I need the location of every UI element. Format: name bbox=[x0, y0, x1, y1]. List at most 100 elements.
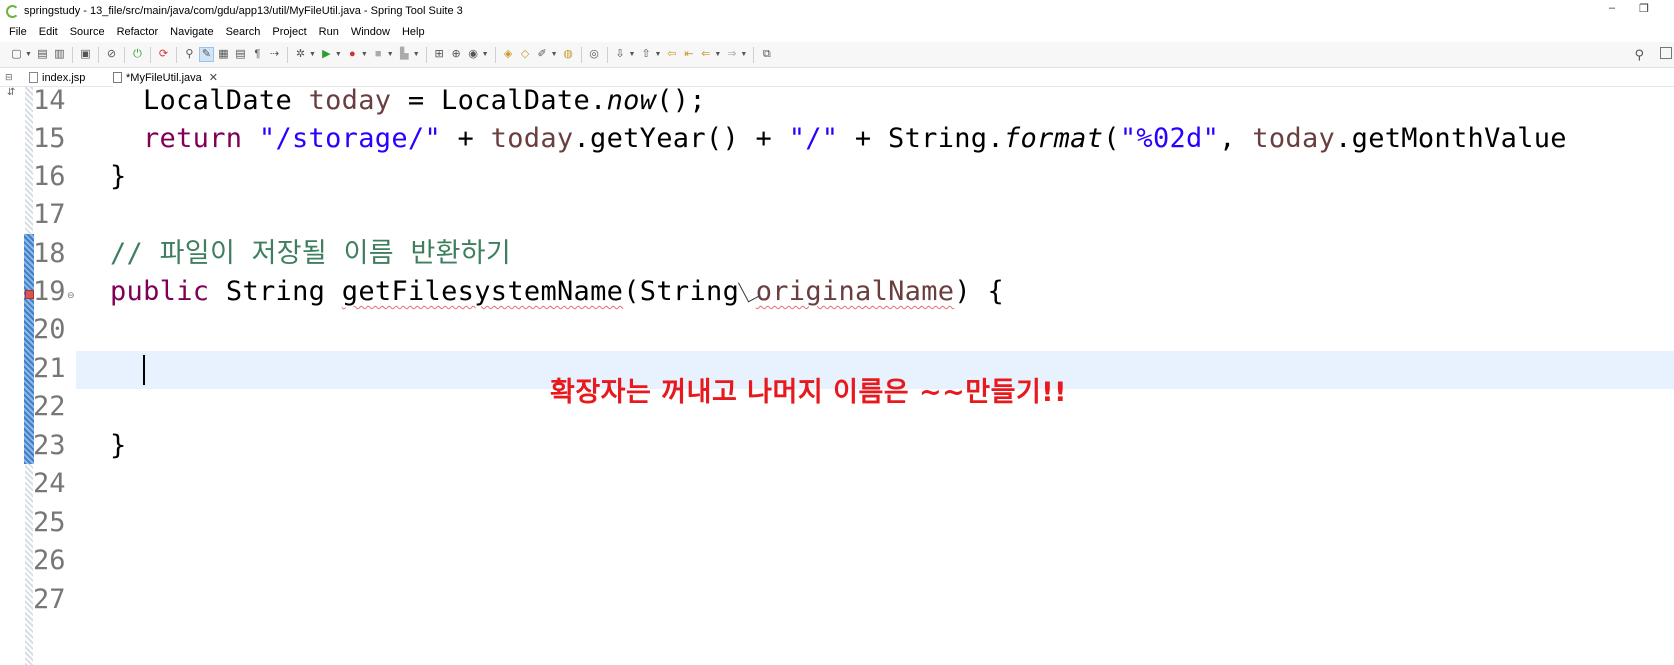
method-name-error[interactable]: getFilesystemName bbox=[342, 276, 623, 307]
menu-window[interactable]: Window bbox=[345, 26, 396, 38]
code-line-14: LocalDate today = LocalDate.now(); bbox=[143, 87, 706, 120]
line-number: 18 bbox=[33, 238, 66, 269]
toolbar-separator bbox=[753, 46, 755, 63]
forward-arrow-icon[interactable]: ⇒ bbox=[725, 48, 738, 61]
skip-breakpoints-icon[interactable]: ⊘ bbox=[105, 48, 118, 61]
toolbar-separator bbox=[494, 46, 496, 63]
spring-boot-icon[interactable]: ⏻ bbox=[131, 48, 144, 61]
new-java-package-icon[interactable]: ⊞ bbox=[433, 48, 446, 61]
new-dropdown-icon[interactable]: ▼ bbox=[25, 51, 32, 58]
new-java-class-icon[interactable]: ⊕ bbox=[450, 48, 463, 61]
back-dropdown-icon[interactable]: ▼ bbox=[714, 51, 721, 58]
server-dropdown-icon[interactable]: ▼ bbox=[413, 51, 420, 58]
line-number: 27 bbox=[33, 584, 66, 615]
toolbar-separator bbox=[175, 46, 177, 63]
java-file-icon bbox=[113, 72, 122, 83]
code-token: public bbox=[110, 276, 226, 307]
refresh-icon[interactable]: ⟳ bbox=[157, 48, 170, 61]
run-dropdown-icon[interactable]: ▼ bbox=[335, 51, 342, 58]
back-arrow-icon[interactable]: ⇐ bbox=[699, 48, 712, 61]
tab-myfileutil-java[interactable]: *MyFileUtil.java ✕ bbox=[113, 68, 219, 87]
back-icon[interactable]: ⇤ bbox=[682, 48, 695, 61]
menu-bar: File Edit Source Refactor Navigate Searc… bbox=[0, 22, 1674, 42]
editor-tab-bar: ⊟ index.jsp *MyFileUtil.java ✕ bbox=[0, 68, 1674, 87]
menu-file[interactable]: File bbox=[0, 26, 33, 38]
tab-index-jsp[interactable]: index.jsp bbox=[29, 68, 85, 87]
open-resource-icon[interactable]: ◍ bbox=[562, 48, 575, 61]
search-icon[interactable]: ⚲ bbox=[1634, 47, 1644, 63]
perspective-icon[interactable] bbox=[1660, 47, 1672, 59]
stop-icon[interactable]: ■ bbox=[372, 48, 385, 61]
debug-dropdown-icon[interactable]: ▼ bbox=[309, 51, 316, 58]
new-spring-dropdown-icon[interactable]: ▼ bbox=[482, 51, 489, 58]
left-trim-strip: ⇵ bbox=[0, 87, 22, 665]
close-icon[interactable]: ✕ bbox=[209, 71, 218, 84]
search-tool-icon[interactable]: ✐ bbox=[536, 48, 549, 61]
code-token: "%02d" bbox=[1119, 123, 1220, 154]
pin-icon[interactable]: ⚲ bbox=[183, 48, 196, 61]
code-line-16: } bbox=[110, 161, 127, 192]
menu-run[interactable]: Run bbox=[313, 26, 345, 38]
new-spring-icon[interactable]: ◉ bbox=[467, 48, 480, 61]
console-icon[interactable]: ▣ bbox=[79, 48, 92, 61]
forward-dropdown-icon[interactable]: ▼ bbox=[740, 51, 747, 58]
external-tools-icon[interactable]: ● bbox=[346, 48, 359, 61]
restore-panel-icon[interactable]: ⇵ bbox=[7, 87, 15, 98]
menu-search[interactable]: Search bbox=[220, 26, 267, 38]
word-wrap-icon[interactable]: ▤ bbox=[234, 48, 247, 61]
code-token: .getMonthValue bbox=[1335, 123, 1567, 154]
code-token: (String bbox=[623, 276, 756, 307]
stop-dropdown-icon[interactable]: ▼ bbox=[387, 51, 394, 58]
next-annotation-icon[interactable]: ⇢ bbox=[268, 48, 281, 61]
code-token: ( bbox=[1103, 123, 1120, 154]
menu-project[interactable]: Project bbox=[266, 26, 312, 38]
parameter-name: originalName bbox=[755, 276, 955, 307]
code-token: .getYear() + bbox=[573, 123, 789, 154]
tab-label: index.jsp bbox=[42, 71, 86, 84]
block-selection-icon[interactable]: ▦ bbox=[217, 48, 230, 61]
run-icon[interactable]: ▶ bbox=[320, 48, 333, 61]
minimize-panel-icon[interactable]: ⊟ bbox=[5, 72, 13, 83]
new-icon[interactable]: ▢ bbox=[10, 48, 23, 61]
line-number: 17 bbox=[33, 199, 66, 230]
code-token: now bbox=[606, 87, 657, 116]
globe-icon[interactable]: ◎ bbox=[588, 48, 601, 61]
last-edit-location-icon[interactable]: ⇦ bbox=[665, 48, 678, 61]
line-number: 22 bbox=[33, 391, 66, 422]
menu-help[interactable]: Help bbox=[396, 26, 431, 38]
search-tool-dropdown-icon[interactable]: ▼ bbox=[551, 51, 558, 58]
menu-refactor[interactable]: Refactor bbox=[111, 26, 165, 38]
video-annotation-text: 확장자는 꺼내고 나머지 이름은 ~~만들기!! bbox=[550, 377, 1067, 408]
previous-edit-dropdown-icon[interactable]: ▼ bbox=[654, 51, 661, 58]
code-token: "/" bbox=[788, 123, 839, 154]
code-token: today bbox=[490, 123, 574, 154]
menu-navigate[interactable]: Navigate bbox=[164, 26, 219, 38]
next-edit-location-icon[interactable]: ⇩ bbox=[614, 48, 627, 61]
code-line-23: } bbox=[110, 430, 127, 461]
open-type-icon[interactable]: ◈ bbox=[502, 48, 515, 61]
previous-edit-location-icon[interactable]: ⇧ bbox=[639, 48, 652, 61]
java-editor[interactable]: 14 15 16 17 18 19 20 21 22 23 24 25 26 2… bbox=[22, 87, 1674, 665]
server-icon[interactable]: ▙ bbox=[398, 48, 411, 61]
show-whitespace-icon[interactable]: ¶ bbox=[251, 48, 264, 61]
save-all-icon[interactable]: ▥ bbox=[53, 48, 66, 61]
fold-collapse-icon[interactable]: ⊖ bbox=[67, 290, 75, 301]
menu-edit[interactable]: Edit bbox=[33, 26, 64, 38]
line-number: 20 bbox=[33, 314, 66, 345]
external-tools-dropdown-icon[interactable]: ▼ bbox=[361, 51, 368, 58]
menu-source[interactable]: Source bbox=[64, 26, 111, 38]
minimize-button[interactable]: – bbox=[1602, 2, 1622, 14]
pin-editor-icon[interactable]: ⧉ bbox=[760, 48, 773, 61]
code-token: ) { bbox=[954, 276, 1005, 307]
save-icon[interactable]: ▤ bbox=[36, 48, 49, 61]
code-comment-line-18: // 파일이 저장될 이름 반환하기 bbox=[110, 238, 512, 269]
toolbar-separator bbox=[286, 46, 288, 63]
next-edit-dropdown-icon[interactable]: ▼ bbox=[629, 51, 636, 58]
code-token: + String. bbox=[838, 123, 1004, 154]
debug-icon[interactable]: ✲ bbox=[294, 48, 307, 61]
window-title: springstudy - 13_file/src/main/java/com/… bbox=[24, 5, 463, 17]
open-task-icon[interactable]: ◇ bbox=[519, 48, 532, 61]
code-token: + bbox=[441, 123, 491, 154]
mark-occurrences-icon[interactable]: ✎ bbox=[198, 47, 214, 62]
restore-button[interactable]: ❐ bbox=[1634, 2, 1654, 15]
